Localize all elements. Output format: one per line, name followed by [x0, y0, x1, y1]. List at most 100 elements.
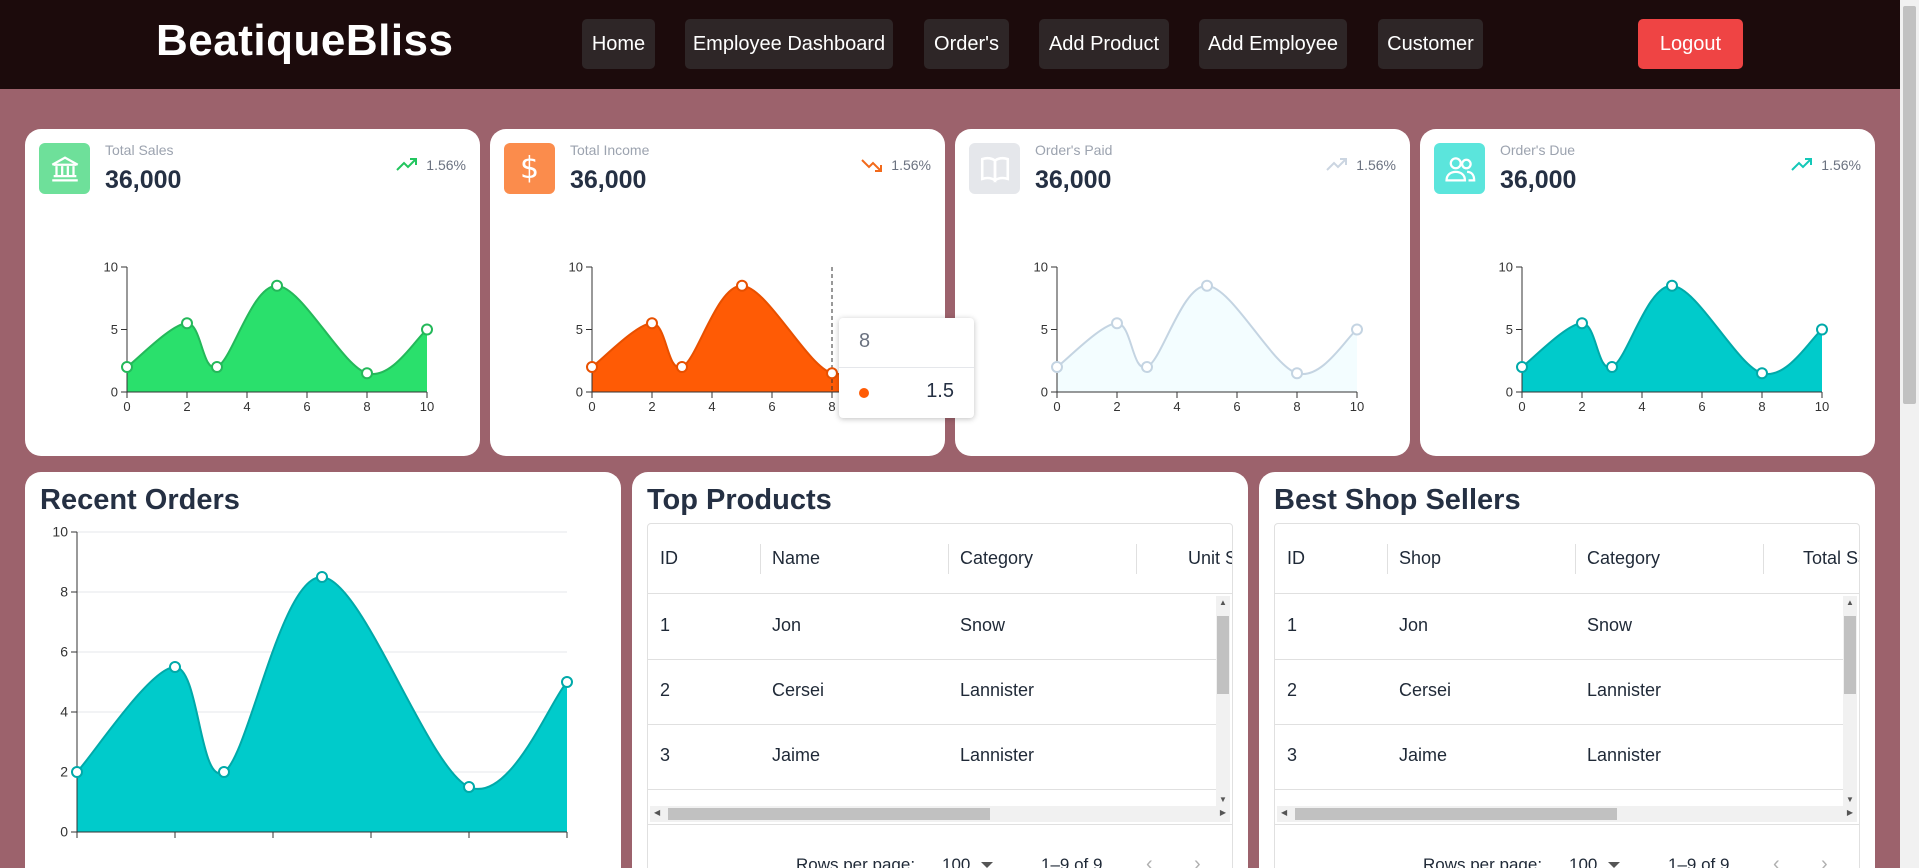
column-separator[interactable]	[948, 544, 949, 574]
nav-customer-button[interactable]: Customer	[1378, 19, 1483, 69]
users-icon	[1434, 143, 1485, 194]
y-tick-label: 5	[1506, 322, 1513, 337]
stat-trend-value: 1.56%	[1356, 157, 1396, 173]
logout-button[interactable]: Logout	[1638, 19, 1743, 69]
nav-employee-dashboard-button[interactable]: Employee Dashboard	[685, 19, 893, 69]
table-row[interactable]: 3 Jaime Lannister	[648, 725, 1216, 790]
stat-card-orders-due: Order's Due 36,000 1.56% 0 5 10 0 2 4 6 8 10	[1420, 129, 1875, 456]
tooltip-value: 1.5	[926, 380, 954, 402]
pagination-range: 1–9 of 9	[1668, 855, 1730, 868]
scroll-right-icon[interactable]: ▶	[1847, 808, 1853, 817]
area-fill	[1057, 285, 1357, 392]
stat-chart: 0 5 10 0 2 4 6 8 10	[1499, 259, 1830, 414]
x-tick-label: 2	[183, 399, 190, 414]
scroll-up-icon[interactable]: ▲	[1846, 598, 1854, 607]
x-tick-label: 6	[1698, 399, 1705, 414]
column-header[interactable]: ID	[660, 548, 678, 569]
trend-down-icon	[861, 159, 883, 172]
page-scrollbar[interactable]	[1900, 0, 1919, 868]
grid-vertical-scrollbar[interactable]: ▲ ▼	[1216, 596, 1230, 806]
stat-trend-value: 1.56%	[426, 157, 466, 173]
grid-horizontal-scrollbar[interactable]: ◀ ▶	[1277, 806, 1857, 822]
grid-vertical-scrollbar[interactable]: ▲ ▼	[1843, 596, 1857, 806]
scroll-up-icon[interactable]: ▲	[1219, 598, 1227, 607]
nav-orders-button[interactable]: Order's	[924, 19, 1009, 69]
stat-trend-value: 1.56%	[891, 157, 931, 173]
chart-tooltip: 8 1.5	[839, 318, 974, 418]
table-cell: Cersei	[772, 680, 825, 700]
table-row[interactable]: 1 Jon Snow	[648, 595, 1216, 660]
scroll-down-icon[interactable]: ▼	[1846, 795, 1854, 804]
data-point	[1606, 361, 1618, 373]
grid-horizontal-scrollbar[interactable]: ◀ ▶	[650, 806, 1230, 822]
rows-per-page-label: Rows per page:	[1423, 855, 1543, 868]
table-row[interactable]: 1 Jon Snow	[1275, 595, 1843, 660]
tooltip-series-dot	[859, 388, 869, 398]
data-point	[1291, 367, 1303, 380]
scroll-left-icon[interactable]: ◀	[654, 808, 660, 817]
data-point	[1576, 317, 1588, 330]
scrollbar-thumb[interactable]	[1295, 808, 1617, 820]
chevron-down-icon[interactable]	[1608, 862, 1620, 868]
column-header[interactable]: Name	[772, 548, 820, 569]
table-row[interactable]: 3 Jaime Lannister	[1275, 725, 1843, 790]
table-cell: Jaime	[772, 745, 821, 765]
x-tick-label: 0	[1053, 399, 1060, 414]
table-cell: Lannister	[1587, 745, 1662, 765]
rows-per-page-select[interactable]: 100	[1569, 855, 1597, 868]
column-header[interactable]: Shop	[1399, 548, 1441, 569]
column-separator[interactable]	[760, 544, 761, 574]
chevron-left-icon[interactable]: ‹	[1146, 853, 1153, 868]
column-header[interactable]: Category	[960, 548, 1033, 569]
x-tick-label: 2	[648, 399, 655, 414]
scrollbar-thumb[interactable]	[1217, 616, 1229, 694]
trend-up-icon	[396, 158, 418, 171]
y-tick-label: 10	[104, 259, 118, 274]
y-tick-label: 0	[111, 384, 118, 399]
scrollbar-thumb[interactable]	[668, 808, 990, 820]
scrollbar-thumb[interactable]	[1844, 616, 1856, 694]
column-separator[interactable]	[1575, 544, 1576, 574]
column-separator[interactable]	[1136, 544, 1137, 574]
table-cell: 3	[660, 745, 671, 765]
column-header[interactable]: Total Sa	[1803, 548, 1859, 569]
scroll-right-icon[interactable]: ▶	[1220, 808, 1226, 817]
rows-per-page-select[interactable]: 100	[942, 855, 970, 868]
area-fill	[127, 285, 427, 392]
nav-home-button[interactable]: Home	[582, 19, 655, 69]
table-row[interactable]: 2 Cersei Lannister	[1275, 660, 1843, 725]
column-header[interactable]: Category	[1587, 548, 1660, 569]
y-tick-label: 5	[576, 322, 583, 337]
table-row[interactable]: 2 Cersei Lannister	[648, 660, 1216, 725]
data-point	[646, 317, 658, 330]
data-point	[1141, 361, 1153, 373]
table-cell: Lannister	[1587, 680, 1662, 700]
data-point	[463, 781, 475, 793]
x-tick-label: 4	[1173, 399, 1180, 414]
chevron-right-icon[interactable]: ›	[1194, 853, 1201, 868]
x-tick-label: 8	[1293, 399, 1300, 414]
chevron-down-icon[interactable]	[981, 862, 993, 868]
scroll-down-icon[interactable]: ▼	[1219, 795, 1227, 804]
stat-label: Total Sales	[105, 142, 174, 158]
data-point	[1666, 279, 1678, 292]
trend-up-icon	[1326, 158, 1348, 171]
stat-trend: 1.56%	[861, 157, 931, 173]
nav-add-employee-button[interactable]: Add Employee	[1199, 19, 1347, 69]
best-sellers-grid: ID Shop Category Total Sa 1 Jon Snow 2 C…	[1274, 523, 1860, 868]
stat-chart: 0 5 10 0 2 4 6 8 10	[104, 259, 435, 414]
page-scrollbar-thumb[interactable]	[1903, 6, 1916, 404]
column-header[interactable]: ID	[1287, 548, 1305, 569]
x-tick-label: 10	[1350, 399, 1364, 414]
data-point	[586, 361, 598, 373]
column-header[interactable]: Unit S	[1188, 548, 1232, 569]
y-tick-label: 8	[60, 584, 68, 600]
recent-orders-chart: 0 2 4 6 8 10	[52, 524, 573, 840]
scroll-left-icon[interactable]: ◀	[1281, 808, 1287, 817]
column-separator[interactable]	[1387, 544, 1388, 574]
chevron-right-icon[interactable]: ›	[1821, 853, 1828, 868]
nav-add-product-button[interactable]: Add Product	[1039, 19, 1169, 69]
column-separator[interactable]	[1763, 544, 1764, 574]
chevron-left-icon[interactable]: ‹	[1773, 853, 1780, 868]
brand-logo[interactable]: BeatiqueBliss	[156, 16, 453, 66]
